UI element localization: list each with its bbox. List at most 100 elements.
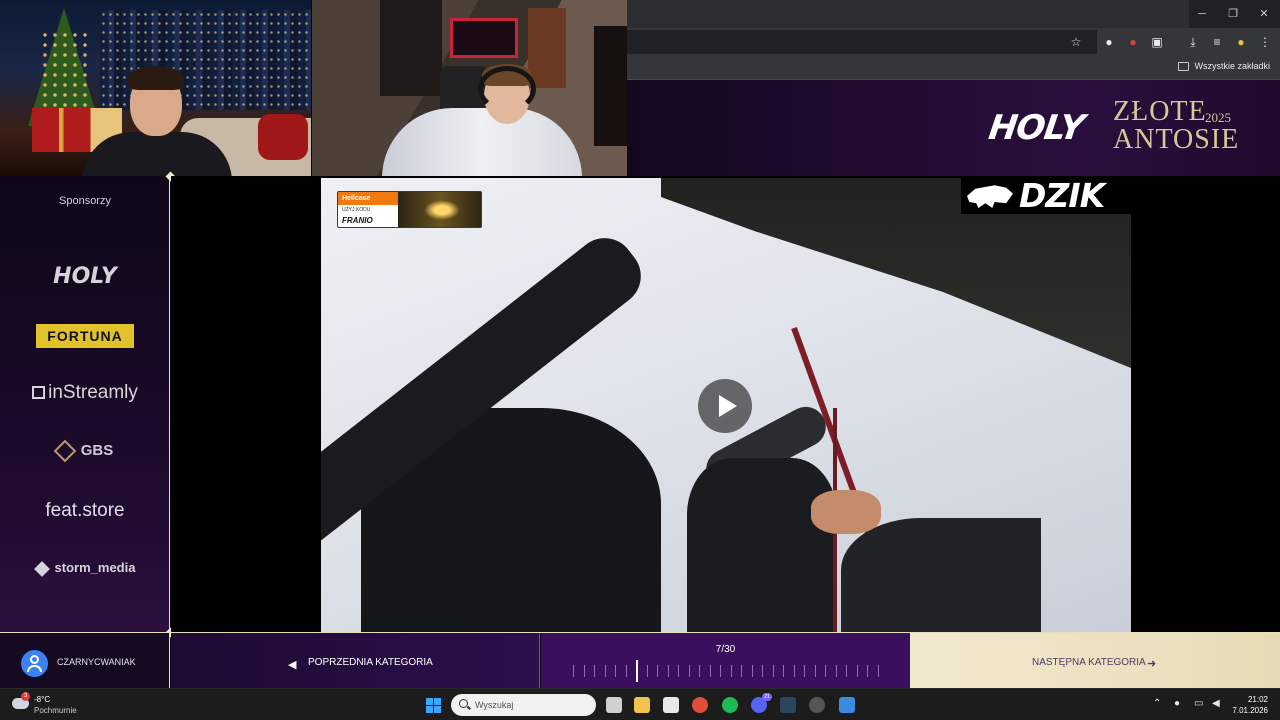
sponsor-stormmedia: storm_media — [0, 560, 170, 577]
start-button[interactable] — [426, 698, 441, 713]
app-icon[interactable] — [839, 697, 855, 713]
progress-tick — [846, 665, 848, 677]
search-icon — [459, 699, 468, 708]
monitor — [450, 18, 518, 58]
reading-list-icon[interactable]: ≡ — [1209, 34, 1225, 50]
previous-category-button[interactable]: ◀ POPRZEDNIA KATEGORIA — [171, 633, 540, 689]
minimize-button[interactable]: ─ — [1187, 0, 1217, 28]
hellcase-overlay: Hellcase UŻYJ KODU FRANIO — [337, 191, 482, 228]
temperature: -8°C — [34, 695, 51, 704]
store-icon[interactable] — [663, 697, 679, 713]
progress-tick — [762, 665, 764, 677]
windows-taskbar: 3 -8°C Pochmurnie Wyszukaj 21 ⌃ ● ▭ ◀ 21… — [0, 688, 1280, 720]
download-icon[interactable]: ⤓ — [1185, 34, 1201, 50]
network-icon[interactable]: ▭ — [1194, 698, 1203, 709]
progress-tick — [867, 665, 869, 677]
progress-tick — [573, 665, 574, 677]
progress-tick — [730, 665, 732, 677]
arrow-left-icon: ◀ — [288, 659, 297, 671]
star-icon[interactable]: ☆ — [1068, 34, 1084, 50]
progress-tick — [699, 665, 701, 677]
progress-tick — [741, 665, 743, 677]
sponsor-featstore: feat.store — [45, 500, 125, 521]
sponsors-sidebar: Sponsorzy HOLY FORTUNA inStreamly GBS fe… — [0, 176, 170, 632]
category-progress: 7/30 — [541, 633, 910, 689]
spotify-icon[interactable] — [722, 697, 738, 713]
taskbar-search[interactable]: Wyszukaj — [451, 694, 596, 716]
arrow-right-icon: ➜ — [1147, 658, 1157, 670]
pillow — [258, 114, 308, 160]
progress-tick — [583, 665, 585, 677]
address-bar[interactable] — [627, 30, 1097, 54]
weather-badge: 3 — [21, 692, 30, 701]
progress-tick — [646, 665, 648, 677]
extensions-puzzle-icon[interactable]: ▣ — [1149, 34, 1165, 50]
promo-code: FRANIO — [342, 216, 373, 225]
file-explorer-icon[interactable] — [634, 697, 650, 713]
obs-icon[interactable] — [809, 697, 825, 713]
previous-category-label: POPRZEDNIA KATEGORIA — [308, 657, 433, 668]
progress-tick — [709, 665, 711, 677]
profile-avatar-icon[interactable]: ● — [1233, 34, 1249, 50]
progress-tick — [688, 665, 690, 677]
weather-widget[interactable]: 3 -8°C Pochmurnie — [12, 692, 102, 718]
discord-badge: 21 — [762, 693, 772, 701]
bottom-bar: CZARNYCWANIAK ◀ POPRZEDNIA KATEGORIA 7/3… — [0, 632, 1280, 689]
hellcase-logo: Hellcase — [338, 192, 398, 205]
progress-tick — [678, 665, 680, 677]
streamer-right — [382, 64, 582, 176]
sponsors-title: Sponsorzy — [59, 195, 111, 207]
browser-toolbar: ☆ ● ● ▣ ⤓ ≡ ● ⋮ — [627, 28, 1280, 56]
tab-strip: ─ ❐ ✕ — [627, 0, 1280, 28]
steam-icon[interactable] — [780, 697, 796, 713]
user-avatar-icon — [21, 650, 48, 677]
folder-icon — [1178, 61, 1190, 71]
next-category-label: NASTĘPNA KATEGORIA — [1032, 657, 1146, 668]
close-button[interactable]: ✕ — [1249, 0, 1279, 28]
restore-button[interactable]: ❐ — [1218, 0, 1248, 28]
chrome-icon[interactable] — [692, 697, 708, 713]
progress-label: 7/30 — [715, 644, 736, 655]
tab-area[interactable] — [627, 0, 1189, 28]
progress-tick — [793, 665, 795, 677]
webcam-left — [0, 0, 311, 176]
progress-tick — [720, 665, 722, 677]
progress-tick — [667, 665, 669, 677]
play-button[interactable] — [698, 379, 752, 433]
progress-tick — [783, 665, 785, 677]
progress-tick — [751, 665, 753, 677]
next-category-button[interactable]: NASTĘPNA KATEGORIA ➜ — [910, 633, 1280, 689]
all-bookmarks-button[interactable]: Wszystkie zakładki — [1178, 61, 1270, 71]
progress-ticks — [573, 660, 879, 682]
bookmarks-bar: Wszystkie zakładki — [627, 56, 1280, 80]
sponsor-gbs: GBS — [0, 439, 170, 463]
adblock-icon[interactable]: ● — [1125, 34, 1141, 50]
system-clock[interactable]: 21:02 7.01.2026 — [1232, 694, 1268, 716]
weather-condition: Pochmurnie — [34, 706, 77, 715]
stream-layout: ─ ❐ ✕ ☆ ● ● ▣ ⤓ ≡ ● ⋮ Wszystkie zakładki… — [0, 0, 1280, 720]
menu-icon[interactable]: ⋮ — [1257, 34, 1273, 50]
video-player[interactable]: Hellcase UŻYJ KODU FRANIO — [321, 178, 1131, 632]
boar-icon — [967, 185, 1013, 208]
event-title: ZŁOTE ANTOSIE — [1113, 96, 1240, 155]
progress-tick — [772, 665, 774, 677]
dzik-logo: DZIK — [961, 178, 1131, 214]
tray-chevron-icon[interactable]: ⌃ — [1153, 698, 1161, 709]
volume-icon[interactable]: ◀ — [1212, 698, 1220, 709]
search-placeholder: Wyszukaj — [475, 700, 514, 710]
discord-icon[interactable]: 21 — [751, 693, 772, 713]
webcam-right — [312, 0, 627, 176]
gbs-icon — [53, 439, 77, 463]
all-bookmarks-label: Wszystkie zakładki — [1194, 61, 1270, 71]
microphone-icon[interactable]: ● — [1174, 698, 1180, 709]
progress-tick — [856, 665, 858, 677]
sponsor-instreamly: inStreamly — [0, 382, 170, 404]
progress-tick — [878, 665, 879, 677]
headset — [478, 66, 536, 112]
storm-media-icon — [33, 560, 50, 577]
extension-icon[interactable]: ● — [1101, 34, 1117, 50]
progress-tick — [835, 665, 837, 677]
sponsor-holy: HOLY — [53, 264, 117, 289]
task-view-icon[interactable] — [606, 697, 622, 713]
browser-window: ─ ❐ ✕ ☆ ● ● ▣ ⤓ ≡ ● ⋮ Wszystkie zakładki… — [627, 0, 1280, 176]
